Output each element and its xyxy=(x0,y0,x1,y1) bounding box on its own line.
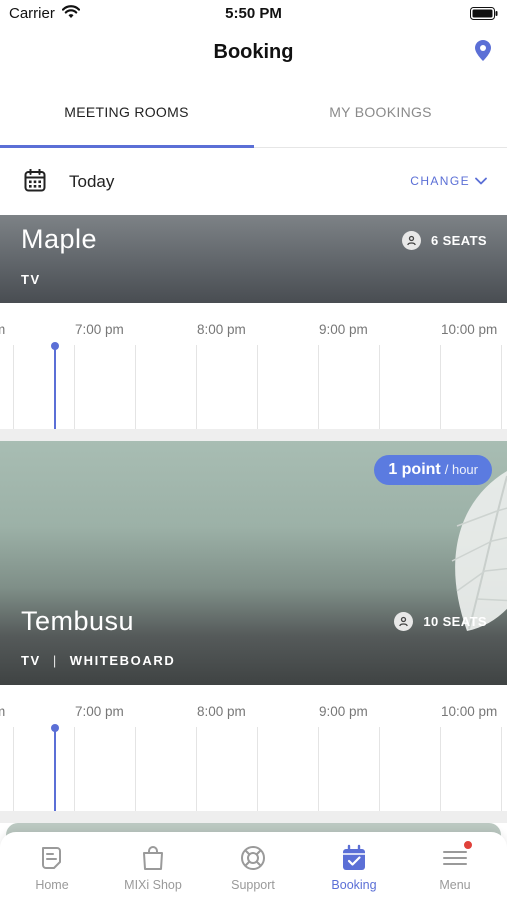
bottom-tab-bar: Home MIXi Shop Support Booking Menu xyxy=(0,832,507,900)
grid-line xyxy=(318,345,319,429)
grid-line xyxy=(257,345,258,429)
grid-line xyxy=(379,727,380,811)
change-date-button[interactable]: CHANGE xyxy=(410,174,487,188)
calendar-icon xyxy=(24,168,46,197)
amenity-whiteboard: WHITEBOARD xyxy=(69,653,176,668)
grid-line xyxy=(13,727,14,811)
room-name: Maple xyxy=(21,224,98,254)
battery-icon xyxy=(470,7,498,25)
tabbar-shop[interactable]: MIXi Shop xyxy=(103,844,203,892)
tabbar-support[interactable]: Support xyxy=(203,844,303,892)
home-doc-icon xyxy=(38,844,66,872)
timeline-label: 9:00 pm xyxy=(319,322,368,337)
grid-line xyxy=(135,727,136,811)
tabbar-booking[interactable]: Booking xyxy=(304,844,404,892)
timeline-label: 10:00 pm xyxy=(441,704,498,719)
amenity-separator: | xyxy=(52,653,58,668)
grid-line xyxy=(196,345,197,429)
timeline-label: 7:00 pm xyxy=(75,704,124,719)
grid-line xyxy=(196,727,197,811)
seat-count-label: 10 SEATS xyxy=(423,614,487,629)
grid-line xyxy=(13,345,14,429)
tabbar-home[interactable]: Home xyxy=(2,844,102,892)
tabbar-label: Support xyxy=(231,878,275,892)
current-time-dot xyxy=(51,724,59,732)
room-card-maple[interactable]: Maple 6 SEATS TV m 7:00 pm 8:00 pm 9:00 … xyxy=(0,215,507,429)
seat-count: 10 SEATS xyxy=(394,612,487,631)
active-tab-indicator xyxy=(0,145,254,148)
card-divider xyxy=(0,811,507,823)
amenities: TV xyxy=(21,272,41,287)
grid-line xyxy=(257,727,258,811)
availability-timeline[interactable]: m 7:00 pm 8:00 pm 9:00 pm 10:00 pm xyxy=(0,303,507,429)
timeline-label: m xyxy=(0,322,5,337)
room-banner: 1 point / hour Tembusu 10 SEATS TV | WHI… xyxy=(0,441,507,685)
date-selector: Today CHANGE xyxy=(0,149,507,215)
timeline-label: 8:00 pm xyxy=(197,322,246,337)
points-value: 1 point xyxy=(388,461,441,478)
room-card-tembusu[interactable]: 1 point / hour Tembusu 10 SEATS TV | WHI… xyxy=(0,441,507,811)
shopping-bag-icon xyxy=(139,844,167,872)
grid-line xyxy=(440,345,441,429)
grid-line xyxy=(74,345,75,429)
timeline-grid xyxy=(0,342,507,429)
notification-dot xyxy=(463,840,473,850)
selected-date: Today xyxy=(69,172,115,191)
location-pin-icon[interactable] xyxy=(475,40,491,67)
current-time-dot xyxy=(51,342,59,350)
person-icon xyxy=(401,231,421,250)
grid-line xyxy=(501,727,502,811)
calendar-check-icon xyxy=(340,844,368,872)
page-title: Booking xyxy=(213,41,294,63)
person-icon xyxy=(394,612,414,631)
room-name: Tembusu xyxy=(21,606,135,636)
points-badge: 1 point / hour xyxy=(374,455,492,485)
grid-line xyxy=(501,345,502,429)
clock: 5:50 PM xyxy=(225,5,282,22)
tabbar-label: MIXi Shop xyxy=(124,878,182,892)
timeline-label: 7:00 pm xyxy=(75,322,124,337)
tabbar-label: Menu xyxy=(439,878,471,892)
nav-bar: Booking xyxy=(0,28,507,80)
amenities: TV | WHITEBOARD xyxy=(21,653,175,668)
seat-count: 6 SEATS xyxy=(401,231,487,250)
tab-my-bookings[interactable]: MY BOOKINGS xyxy=(254,80,507,148)
grid-line xyxy=(318,727,319,811)
timeline-label: 9:00 pm xyxy=(319,704,368,719)
current-time-indicator xyxy=(54,345,56,429)
timeline-label: 10:00 pm xyxy=(441,322,498,337)
tabbar-label: Home xyxy=(35,878,69,892)
timeline-grid xyxy=(0,724,507,811)
timeline-label: 8:00 pm xyxy=(197,704,246,719)
points-unit: / hour xyxy=(444,462,478,477)
grid-line xyxy=(440,727,441,811)
status-bar: Carrier 5:50 PM xyxy=(0,0,507,28)
chevron-down-icon xyxy=(475,174,487,188)
amenity-tv: TV xyxy=(21,653,41,668)
current-time-indicator xyxy=(54,727,56,811)
tabbar-menu[interactable]: Menu xyxy=(405,840,505,892)
card-divider xyxy=(0,429,507,441)
availability-timeline[interactable]: m 7:00 pm 8:00 pm 9:00 pm 10:00 pm xyxy=(0,685,507,811)
timeline-label: m xyxy=(0,704,5,719)
lifebuoy-icon xyxy=(239,844,267,872)
grid-line xyxy=(379,345,380,429)
seat-count-label: 6 SEATS xyxy=(430,233,487,248)
amenity-tv: TV xyxy=(21,272,41,287)
change-label: CHANGE xyxy=(410,174,470,188)
room-banner: Maple 6 SEATS TV xyxy=(0,215,507,303)
grid-line xyxy=(74,727,75,811)
grid-line xyxy=(135,345,136,429)
menu-icon xyxy=(441,840,473,872)
tabbar-label: Booking xyxy=(331,878,377,892)
segment-tabs: MEETING ROOMS MY BOOKINGS xyxy=(0,80,507,148)
tab-meeting-rooms[interactable]: MEETING ROOMS xyxy=(0,80,253,148)
